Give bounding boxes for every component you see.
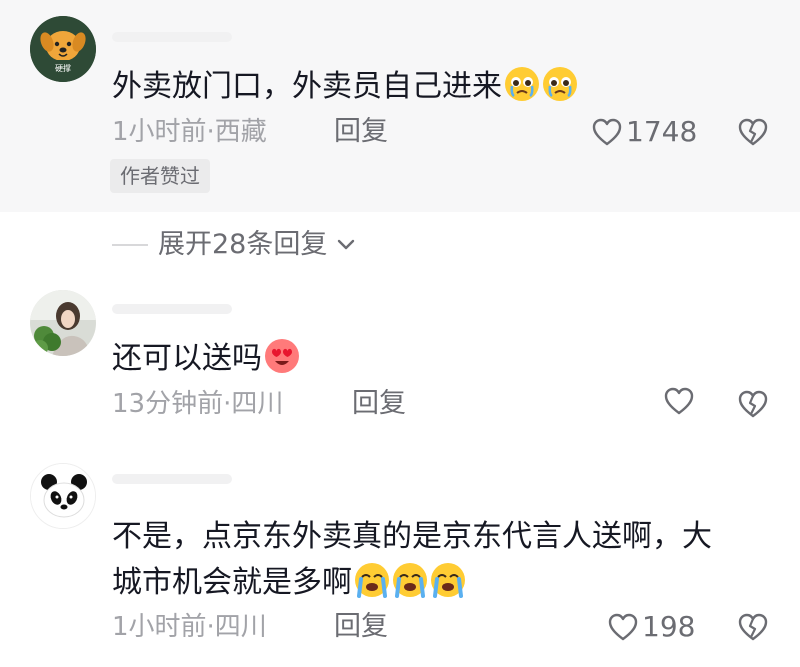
crying-face-emoji (355, 563, 389, 598)
comment-meta: 13分钟前·四川 (112, 389, 284, 419)
comment-text: 还可以送吗 (112, 338, 300, 379)
broken-heart-icon (738, 118, 768, 146)
author-liked-badge: 作者赞过 (110, 159, 210, 193)
dislike-button[interactable] (738, 390, 768, 418)
comment-meta: 1小时前·四川 (112, 612, 267, 642)
dislike-button[interactable] (738, 118, 768, 146)
chevron-down-icon (338, 239, 355, 250)
comment-meta: 1小时前·西藏 (112, 117, 267, 147)
crying-face-emoji (431, 563, 465, 598)
pleading-face-emoji (505, 67, 539, 101)
divider-line (112, 244, 148, 246)
like-count: 1748 (626, 115, 698, 148)
broken-heart-icon (738, 390, 768, 418)
like-button[interactable]: 1748 (592, 115, 697, 149)
like-count: 198 (642, 610, 696, 643)
comment-item: 硬撑 外卖放门口，外卖员自己进来 1小时前·西藏 回复 1748 作者赞过 (0, 0, 800, 212)
expand-replies-label: 展开28条回复 (158, 229, 328, 260)
comment-text-content: 外卖放门口，外卖员自己进来 (112, 69, 502, 104)
heart-icon (592, 118, 622, 146)
comment-text: 外卖放门口，外卖员自己进来 (112, 66, 578, 107)
dislike-button[interactable] (738, 613, 768, 641)
heart-eyes-emoji (265, 339, 299, 373)
pleading-face-emoji (543, 67, 577, 101)
dog-avatar[interactable]: 硬撑 (30, 16, 96, 82)
username-placeholder[interactable] (112, 304, 232, 314)
broken-heart-icon (738, 613, 768, 641)
username-placeholder[interactable] (112, 32, 232, 42)
panda-avatar[interactable] (30, 463, 96, 529)
like-button[interactable]: 198 (608, 610, 695, 644)
crying-face-emoji (393, 563, 427, 598)
heart-icon (608, 613, 638, 641)
photo-avatar-image (30, 290, 96, 356)
reply-button[interactable]: 回复 (334, 610, 388, 644)
username-placeholder[interactable] (112, 474, 232, 484)
panda-avatar-image (31, 464, 95, 528)
comment-text-content: 还可以送吗 (112, 341, 262, 376)
photo-avatar[interactable] (30, 290, 96, 356)
heart-icon (664, 387, 694, 415)
like-button[interactable] (664, 387, 694, 415)
reply-button[interactable]: 回复 (352, 387, 406, 421)
comment-text: 不是，点京东外卖真的是京东代言人送啊，大城市机会就是多啊 (112, 514, 732, 606)
reply-button[interactable]: 回复 (334, 115, 388, 149)
avatar-caption: 硬撑 (55, 64, 71, 73)
expand-replies-button[interactable]: 展开28条回复 (112, 228, 355, 262)
